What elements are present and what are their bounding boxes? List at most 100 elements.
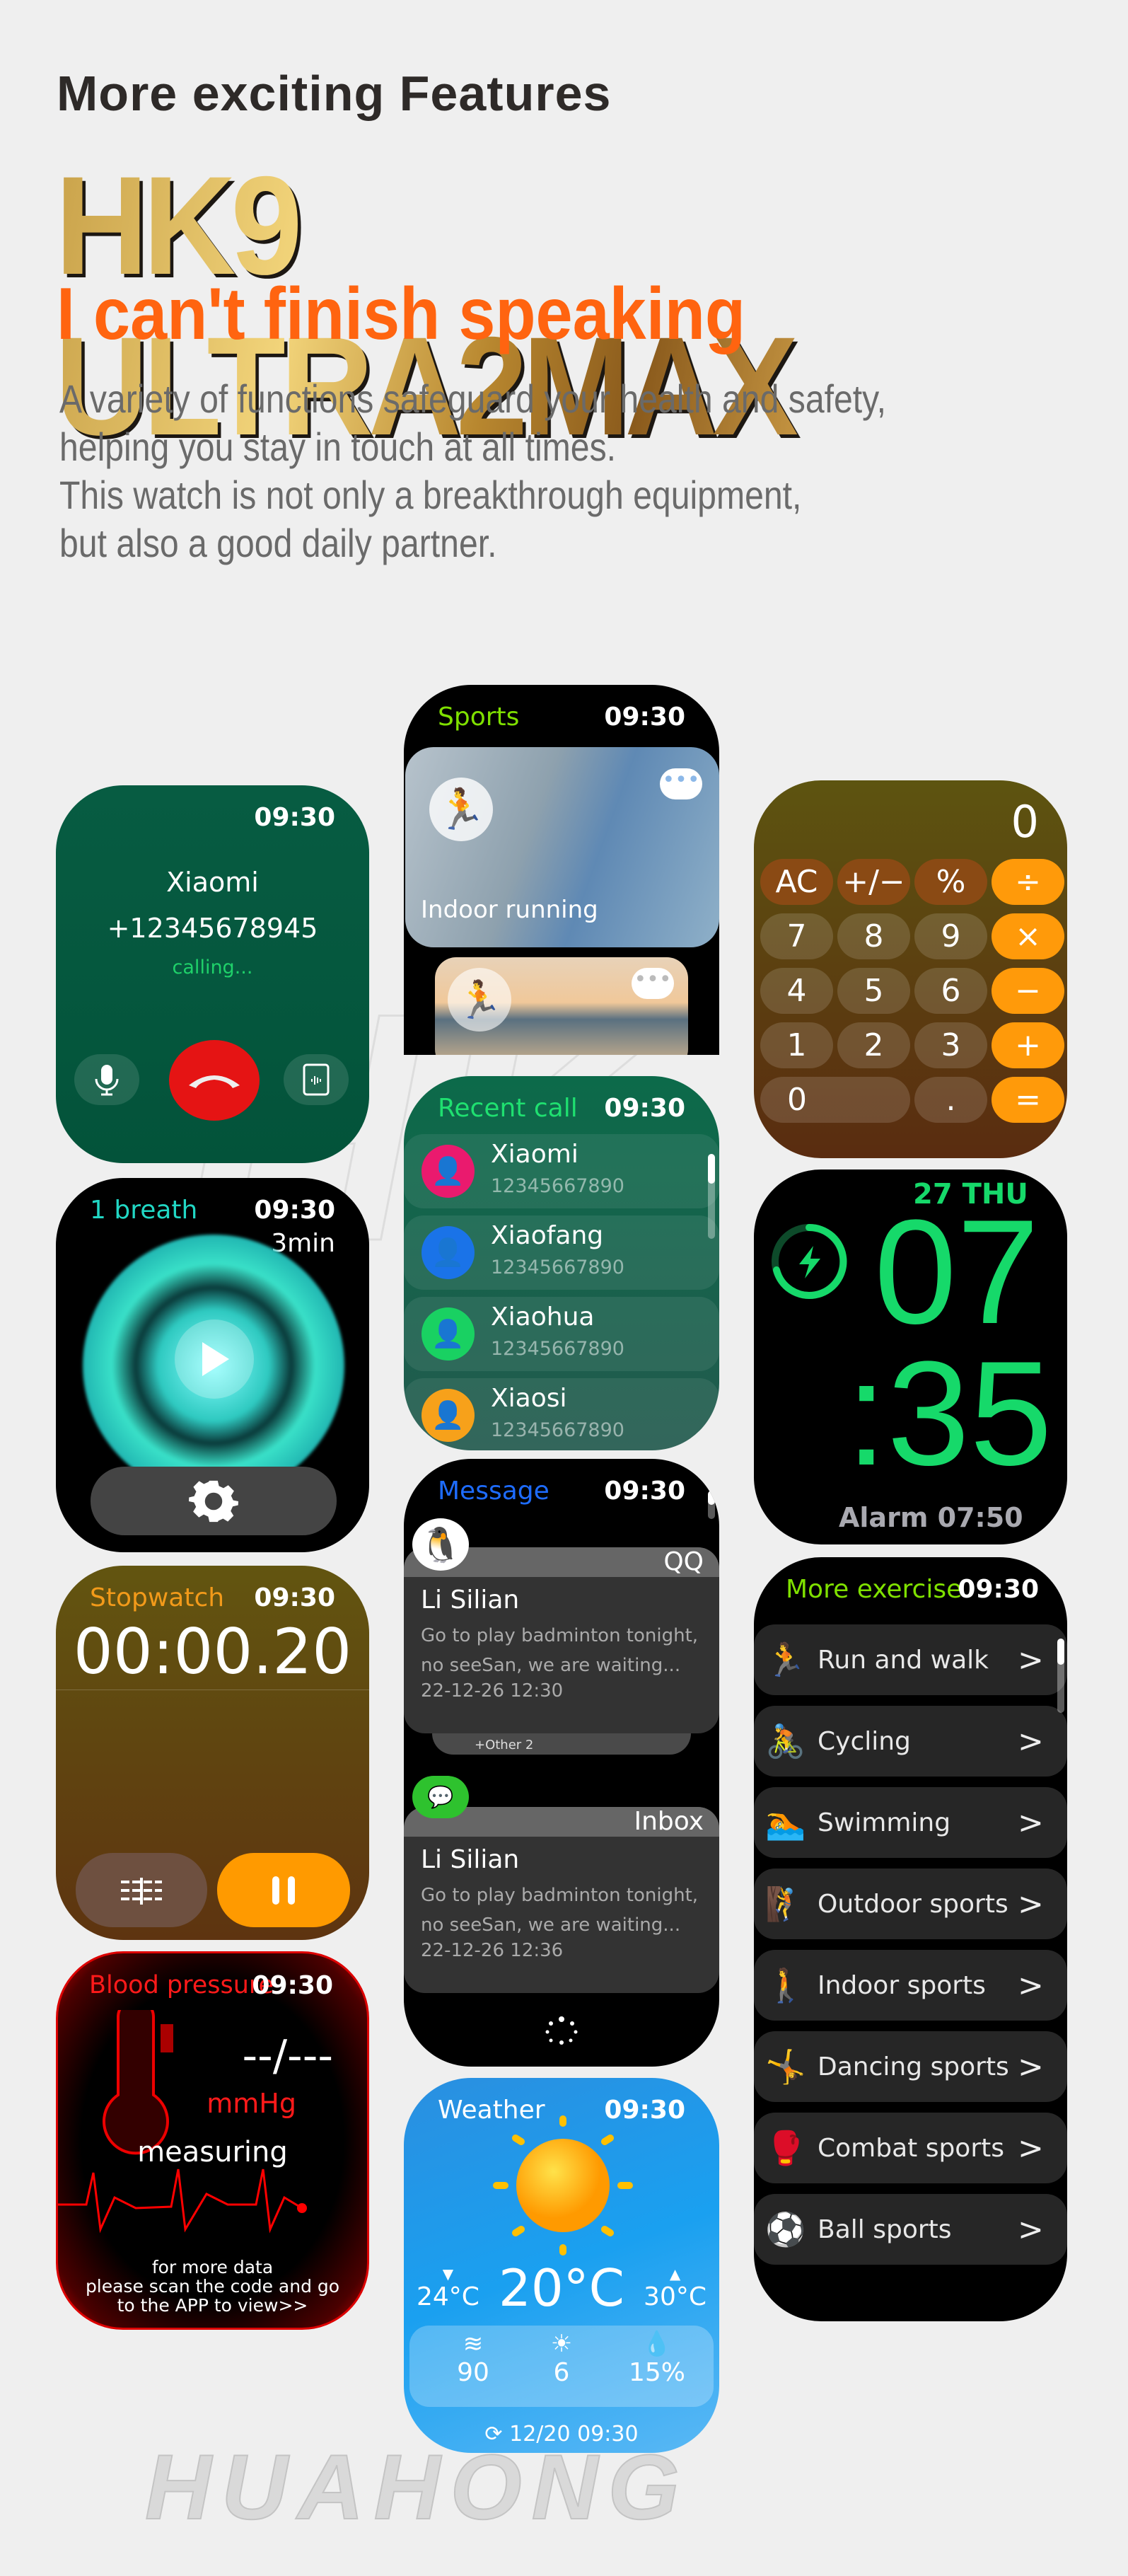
- bp-unit: mmHg: [207, 2088, 296, 2119]
- more-options-icon[interactable]: •••: [660, 768, 702, 799]
- exercise-label: Ball sports: [818, 2214, 952, 2244]
- ball-sports-icon: ⚽: [765, 2210, 806, 2248]
- exercise-item[interactable]: 🏃 Run and walk >: [754, 1624, 1067, 1695]
- mute-button[interactable]: [74, 1054, 139, 1105]
- settings-button[interactable]: [91, 1467, 337, 1535]
- dancing-icon: 🤸: [765, 2047, 806, 2086]
- sport-card-indoor-running[interactable]: 🏃 ••• Indoor running: [405, 747, 719, 947]
- exercise-item[interactable]: 🥊 Combat sports >: [754, 2113, 1067, 2183]
- clock-time: 09:30: [254, 1196, 335, 1225]
- scrollbar[interactable]: [708, 1491, 715, 1519]
- humidity-icon: 💧: [641, 2330, 673, 2358]
- running-icon: 🏃: [765, 1640, 806, 1679]
- more-options-icon[interactable]: •••: [632, 968, 674, 999]
- stopwatch-elapsed: 00:00.20: [73, 1615, 352, 1688]
- contact-row[interactable]: 👤 Xiaosi 12345667890: [404, 1378, 719, 1450]
- contact-row[interactable]: 👤 Xiaomi 12345667890: [404, 1134, 719, 1208]
- exercise-item[interactable]: 🚶 Indoor sports >: [754, 1950, 1067, 2021]
- calc-key[interactable]: 0: [760, 1077, 910, 1123]
- hang-up-button[interactable]: [169, 1040, 260, 1121]
- message-card-inbox[interactable]: Inbox Li Silian Go to play badminton ton…: [404, 1807, 719, 1993]
- calc-key[interactable]: %: [914, 859, 987, 905]
- uv-icon: ☀: [550, 2330, 573, 2358]
- calc-key[interactable]: ×: [992, 913, 1064, 959]
- swimming-icon: 🏊: [765, 1803, 806, 1842]
- chevron-right-icon: >: [1018, 1967, 1044, 2004]
- description-line: helping you stay in touch at all times.: [59, 424, 617, 469]
- scrollbar[interactable]: [708, 1154, 715, 1239]
- exercise-label: Swimming: [818, 1808, 951, 1837]
- high-temp-value: 30°C: [644, 2282, 707, 2311]
- high-temp: ▲ 30°C: [644, 2265, 707, 2311]
- wind-icon: ≋: [463, 2330, 484, 2358]
- scrollbar[interactable]: [1057, 1639, 1064, 1713]
- footer-line: to the APP to view>>: [117, 2295, 308, 2316]
- calc-key[interactable]: +: [992, 1022, 1064, 1068]
- clock-time: 09:30: [958, 1575, 1039, 1604]
- calc-key[interactable]: −: [992, 968, 1064, 1014]
- alarm-label: Alarm 07:50: [839, 1502, 1023, 1533]
- footer-line: for more data: [151, 2257, 274, 2277]
- exercise-item[interactable]: ⚽ Ball sports >: [754, 2194, 1067, 2265]
- watch-weather-screen: Weather 09:30 ▼ 24°C 20°C ▲ 30°C ≋ 90 ☀ 6 💧 1…: [404, 2078, 719, 2453]
- bp-footer: for more data please scan the code and g…: [58, 2258, 367, 2315]
- contact-avatar-icon: 👤: [421, 1226, 475, 1279]
- calc-key[interactable]: 8: [837, 913, 910, 959]
- contact-number: 12345667890: [491, 1175, 624, 1197]
- caller-name: Xiaomi: [166, 867, 259, 898]
- calc-key[interactable]: ÷: [992, 859, 1064, 905]
- sunny-icon: [493, 2115, 633, 2256]
- screen-title: Recent call: [438, 1094, 578, 1123]
- exercise-label: Run and walk: [818, 1645, 989, 1675]
- clock-time: 09:30: [604, 1477, 685, 1506]
- chevron-right-icon: >: [1018, 2048, 1044, 2085]
- calc-key[interactable]: 2: [837, 1022, 910, 1068]
- watch-blood-pressure-screen: Blood pressure 09:30 --/--- mmHg measuri…: [56, 1951, 369, 2330]
- lap-button[interactable]: [76, 1853, 207, 1927]
- calc-key[interactable]: AC: [760, 859, 833, 905]
- treadmill-icon: 🚶: [765, 1965, 806, 2004]
- updated-time: 12/20 09:30: [509, 2422, 639, 2447]
- exercise-item[interactable]: 🏊 Swimming >: [754, 1787, 1067, 1858]
- description-line: A variety of functions safeguard your he…: [59, 376, 887, 421]
- audio-output-button[interactable]: [284, 1054, 349, 1105]
- exercise-item[interactable]: 🧗 Outdoor sports >: [754, 1869, 1067, 1939]
- contact-number: 12345667890: [491, 1338, 624, 1360]
- clock-time: 09:30: [604, 1094, 685, 1123]
- contact-name: Xiaohua: [491, 1303, 595, 1332]
- caller-number: +12345678945: [107, 913, 318, 944]
- contact-row[interactable]: 👤 Xiaohua 12345667890: [404, 1297, 719, 1371]
- calc-key[interactable]: =: [992, 1077, 1064, 1123]
- pause-button[interactable]: [217, 1853, 350, 1927]
- calc-key[interactable]: 3: [914, 1022, 987, 1068]
- calc-key[interactable]: 1: [760, 1022, 833, 1068]
- watch-call-screen: 09:30 Xiaomi +12345678945 calling...: [56, 785, 369, 1163]
- charging-icon: [772, 1223, 847, 1299]
- message-card-qq[interactable]: QQ Li Silian Go to play badminton tonigh…: [404, 1547, 719, 1733]
- play-button[interactable]: [175, 1319, 254, 1399]
- uv-stat: ☀ 6: [526, 2330, 597, 2387]
- loading-icon: [545, 2016, 578, 2045]
- contact-row[interactable]: 👤 Xiaofang 12345667890: [404, 1215, 719, 1290]
- calc-key[interactable]: 9: [914, 913, 987, 959]
- description-line: but also a good daily partner.: [59, 521, 497, 565]
- clock-time: 09:30: [252, 1971, 333, 2000]
- calc-key[interactable]: +/−: [837, 859, 910, 905]
- message-sender: Li Silian: [421, 1845, 520, 1874]
- calc-key[interactable]: 6: [914, 968, 987, 1014]
- sport-card-running[interactable]: 🏃 •••: [435, 957, 688, 1055]
- clock-time: 09:30: [604, 703, 685, 732]
- weather-updated[interactable]: ⟳ 12/20 09:30: [404, 2422, 719, 2447]
- exercise-label: Dancing sports: [818, 2052, 1009, 2081]
- calc-key[interactable]: .: [914, 1077, 987, 1123]
- contact-avatar-icon: 👤: [421, 1307, 475, 1361]
- call-status: calling...: [172, 957, 253, 978]
- calc-key[interactable]: 5: [837, 968, 910, 1014]
- pause-icon: [272, 1876, 295, 1905]
- chevron-right-icon: >: [1018, 1723, 1044, 1760]
- calc-key[interactable]: 4: [760, 968, 833, 1014]
- exercise-item[interactable]: 🚴 Cycling >: [754, 1706, 1067, 1777]
- sport-card-label: Indoor running: [421, 896, 598, 924]
- exercise-item[interactable]: 🤸 Dancing sports >: [754, 2031, 1067, 2102]
- calc-key[interactable]: 7: [760, 913, 833, 959]
